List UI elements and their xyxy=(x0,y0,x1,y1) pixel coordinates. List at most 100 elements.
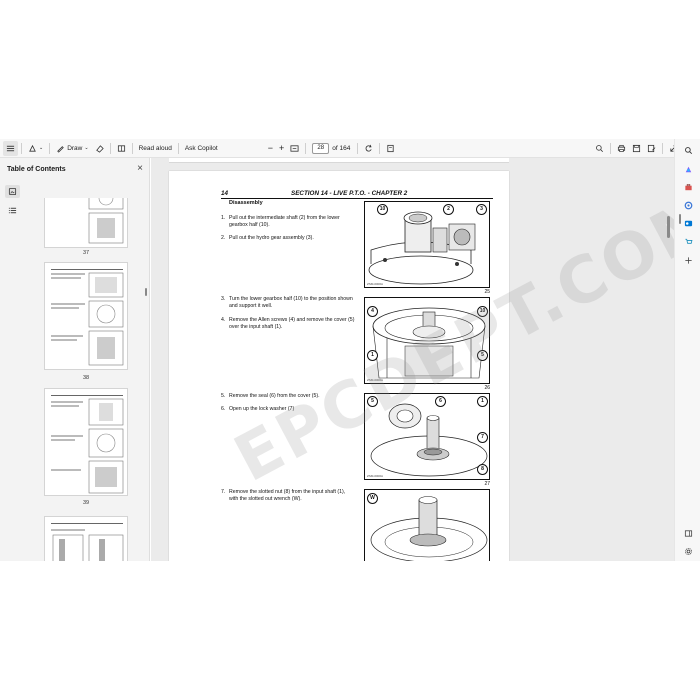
draw-label: Draw xyxy=(67,144,83,152)
ask-copilot-button[interactable]: Ask Copilot xyxy=(182,141,221,156)
step-text: Pull out the hydro gear assembly (3). xyxy=(229,235,314,241)
step-text: Pull out the intermediate shaft (2) from… xyxy=(229,215,340,228)
step-text: Open up the lock washer (7) xyxy=(229,406,295,412)
page-thumbnail[interactable] xyxy=(44,198,128,248)
book-icon xyxy=(117,144,125,152)
pdf-toolbar: ⌄ Draw ⌄ Read aloud Ask Copilot − + 28 o… xyxy=(0,139,700,158)
chevron-down-icon: ⌄ xyxy=(84,145,89,151)
read-aloud-button[interactable]: Read aloud xyxy=(136,141,175,156)
thumbnail-scrollbar[interactable] xyxy=(145,288,147,296)
circle-app-icon xyxy=(684,201,692,209)
plus-icon: + xyxy=(278,143,285,153)
callout-label: 10 xyxy=(477,306,488,317)
callout-label: 5 xyxy=(367,396,378,407)
section-title: SECTION 14 - LIVE P.T.O. - CHAPTER 2 xyxy=(291,190,408,197)
instruction-step: 1. Pull out the intermediate shaft (2) fr… xyxy=(221,215,355,228)
highlight-button[interactable]: ⌄ xyxy=(25,141,46,156)
callout-label: 4 xyxy=(367,306,378,317)
pdf-page: 14 SECTION 14 - LIVE P.T.O. - CHAPTER 2 … xyxy=(169,171,674,561)
thumbnail-preview xyxy=(51,395,124,494)
contents-menu-button[interactable] xyxy=(3,140,18,156)
page-view-button[interactable] xyxy=(383,141,398,156)
search-bing-button[interactable] xyxy=(683,145,693,155)
figure-number: 26 xyxy=(484,385,490,391)
save-as-icon xyxy=(647,144,656,152)
pen-icon xyxy=(57,145,64,153)
sidebar-settings-button[interactable] xyxy=(683,546,693,556)
thumbnails-tab[interactable] xyxy=(5,185,20,198)
eraser-icon xyxy=(95,144,104,153)
split-view-button[interactable] xyxy=(683,528,693,538)
briefcase-icon xyxy=(684,183,692,190)
print-button[interactable] xyxy=(614,141,629,156)
figure-seal-lock-washer: 5 6 1 7 8 ZSM-0000A xyxy=(364,393,490,480)
settings-icon xyxy=(684,547,692,555)
instruction-step: 3. Turn the lower gearbox half (10) to th… xyxy=(221,296,355,309)
save-as-button[interactable] xyxy=(644,141,659,156)
search-icon xyxy=(596,144,604,152)
view-toggle-button[interactable] xyxy=(114,141,129,156)
thumbnail-page-number: 37 xyxy=(82,250,90,256)
toolbar-separator xyxy=(662,142,663,154)
step-text: Remove the Allen screws (4) and remove t… xyxy=(229,317,355,330)
page-number-input[interactable]: 28 xyxy=(312,142,330,154)
split-view-icon xyxy=(684,529,692,537)
highlighter-icon xyxy=(29,144,36,152)
callout-label: 8 xyxy=(477,464,488,475)
step-number: 6. xyxy=(221,406,226,412)
page-thumbnail[interactable] xyxy=(44,262,128,370)
figure-code: ZSM-0000A xyxy=(367,474,384,478)
document-scrollbar[interactable] xyxy=(667,216,670,238)
callout-label: 7 xyxy=(477,432,488,443)
sidebar-scrollbar[interactable] xyxy=(679,214,681,224)
eraser-button[interactable] xyxy=(92,141,107,156)
figure-slotted-nut: W xyxy=(364,489,490,561)
browser-sidebar xyxy=(674,139,700,561)
close-panel-button[interactable]: × xyxy=(137,164,143,174)
thumbnail-list: 37 38 39 xyxy=(26,198,150,561)
figure-code: ZSM-0000A xyxy=(367,378,384,382)
page-number: 14 xyxy=(221,190,229,197)
page-thumbnail[interactable] xyxy=(44,516,128,561)
copilot-button[interactable] xyxy=(683,164,693,174)
menu-lines-icon xyxy=(6,145,15,151)
instruction-step: 4. Remove the Allen screws (4) and remove… xyxy=(221,317,355,330)
close-icon: × xyxy=(137,163,143,174)
callout-label: 3 xyxy=(476,204,487,215)
thumbnail-preview xyxy=(51,523,124,561)
toolbar-separator xyxy=(131,142,133,154)
thumbnail-preview xyxy=(51,269,124,366)
tools-button[interactable] xyxy=(683,182,693,192)
shopping-icon xyxy=(684,238,692,244)
outlook-icon xyxy=(684,220,692,226)
draw-button[interactable]: Draw ⌄ xyxy=(53,141,91,156)
callout-label: 1 xyxy=(477,396,488,407)
step-number: 1. xyxy=(221,215,226,221)
thumbnail-page-number: 39 xyxy=(82,500,90,506)
fit-page-button[interactable] xyxy=(287,141,302,156)
find-button[interactable] xyxy=(592,141,607,156)
thumbnail-preview xyxy=(88,198,124,244)
callout-label: 1 xyxy=(367,350,378,361)
page-thumbnail[interactable] xyxy=(44,388,128,496)
instruction-step: 7. Remove the slotted nut (8) from the in… xyxy=(221,489,355,502)
slotted-nut-drawing xyxy=(370,496,488,561)
outline-tab[interactable] xyxy=(5,204,20,217)
ask-copilot-label: Ask Copilot xyxy=(184,144,218,152)
add-sidebar-app-button[interactable] xyxy=(683,255,693,265)
outlook-button[interactable] xyxy=(683,218,693,228)
zoom-in-button[interactable]: + xyxy=(276,141,287,156)
toolbar-separator xyxy=(305,142,307,154)
section-heading: Disassembly xyxy=(229,200,263,206)
instruction-step: 5. Remove the seal (6) from the cover (5)… xyxy=(221,393,355,400)
save-button[interactable] xyxy=(629,141,644,156)
games-button[interactable] xyxy=(683,200,693,210)
save-icon xyxy=(632,144,641,152)
step-text: Remove the seal (6) from the cover (5). xyxy=(229,393,320,399)
thumbnail-page-number: 38 xyxy=(82,375,90,381)
rotate-button[interactable] xyxy=(361,141,376,156)
step-text: Remove the slotted nut (8) from the inpu… xyxy=(229,489,346,502)
step-number: 7. xyxy=(221,489,226,495)
shopping-button[interactable] xyxy=(683,236,693,246)
zoom-out-button[interactable]: − xyxy=(265,141,276,156)
